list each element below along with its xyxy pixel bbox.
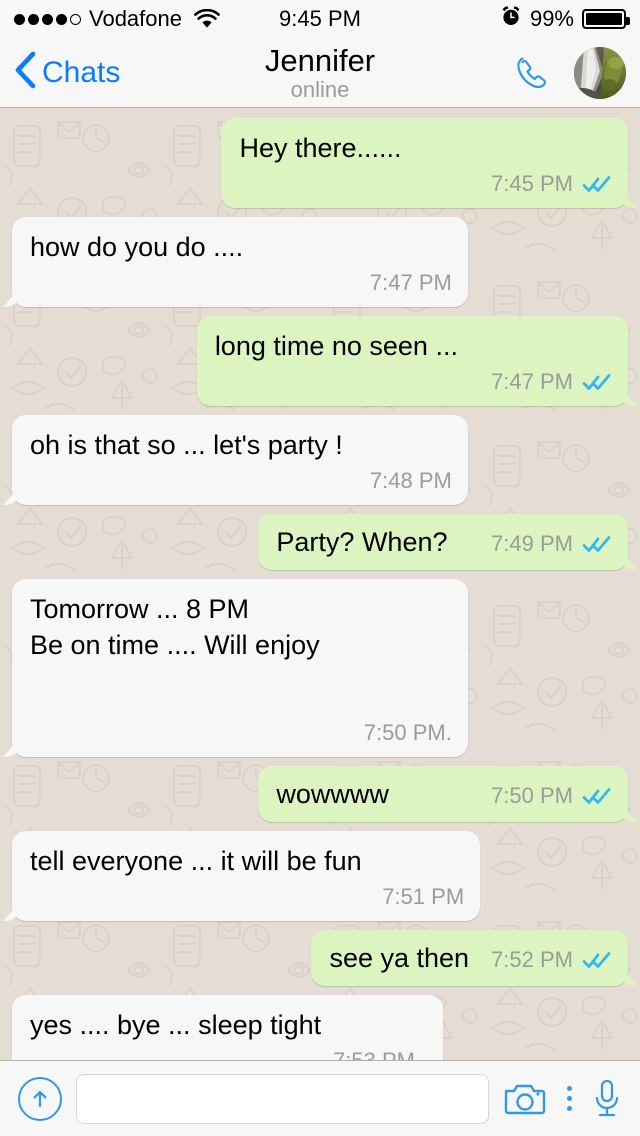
arrow-up-circle-icon[interactable] [18,1076,62,1121]
phone-call-icon[interactable] [510,51,554,95]
message-row: how do you do .... 7:47 PM [12,217,628,307]
chat-header: Chats Jennifer online [0,38,640,108]
back-to-chats-button[interactable]: Chats [14,51,120,94]
message-text: Party? When? [276,527,448,557]
whatsapp-chat-screen: Vodafone 9:45 PM 99% Chats Jennifer onli… [0,0,640,1136]
message-timestamp: 7:50 PM. [363,720,452,745]
chat-title-block: Jennifer online [130,43,510,102]
message-row: wowwww 7:50 PM [12,766,628,822]
read-receipt-ticks [582,950,612,970]
message-list: Hey there...... 7:45 PM how do you do ....… [0,108,640,1060]
signal-dot-1 [14,13,25,25]
message-composer-bar [0,1060,640,1136]
message-meta: 7:50 PM [491,782,612,810]
outgoing-message-bubble[interactable]: wowwww 7:50 PM [258,766,628,822]
message-text: oh is that so ... let's party ! [30,430,343,460]
message-meta: 7:48 PM [30,467,452,495]
carrier-label: Vodafone [89,6,182,31]
message-meta: 7:45 PM [239,170,612,198]
chat-header-actions [510,46,626,99]
message-timestamp: 7:47 PM [491,369,573,394]
message-row: tell everyone ... it will be fun 7:51 PM [12,831,628,921]
message-meta: 7:50 PM. [30,719,452,747]
message-timestamp: 7:47 PM [369,270,452,295]
battery-icon [582,9,630,29]
incoming-message-bubble[interactable]: tell everyone ... it will be fun 7:51 PM [12,831,481,921]
incoming-message-bubble[interactable]: how do you do .... 7:47 PM [12,217,468,307]
message-timestamp: 7:51 PM [382,884,465,909]
signal-dot-5 [70,13,81,25]
chat-message-area[interactable]: Hey there...... 7:45 PM how do you do ....… [0,108,640,1060]
message-input[interactable] [76,1073,489,1124]
outgoing-message-bubble[interactable]: Party? When? 7:49 PM [258,514,628,570]
message-text: yes .... bye ... sleep tight [30,1010,322,1040]
message-text: tell everyone ... it will be fun [30,846,362,876]
message-timestamp: 7:48 PM [369,468,452,493]
camera-icon[interactable] [503,1081,547,1117]
message-meta: 7:53 PM . [30,1047,427,1060]
outgoing-message-bubble[interactable]: long time no seen ... 7:47 PM [196,316,628,406]
signal-dot-2 [28,13,39,25]
message-row: Hey there...... 7:45 PM [12,118,628,208]
message-text: see ya then [329,943,470,973]
message-meta: 7:52 PM [491,946,612,974]
message-timestamp: 7:45 PM [491,171,573,196]
message-timestamp: 7:52 PM [491,947,573,972]
contact-name: Jennifer [264,43,376,78]
message-meta: 7:51 PM [30,883,464,911]
signal-dot-3 [42,13,53,25]
alarm-clock-icon [500,5,522,33]
message-meta: 7:47 PM [215,368,612,396]
message-row: oh is that so ... let's party ! 7:48 PM [12,415,628,505]
message-row: yes .... bye ... sleep tight 7:53 PM . [12,995,628,1060]
message-row: long time no seen ... 7:47 PM [12,316,628,406]
incoming-message-bubble[interactable]: Tomorrow ... 8 PM Be on time .... Will e… [12,579,468,757]
message-meta: 7:47 PM [30,269,452,297]
message-text: wowwww [276,779,389,809]
message-text: Tomorrow ... 8 PM Be on time .... Will e… [30,594,320,660]
message-text: Hey there...... [239,133,402,163]
message-row: Party? When? 7:49 PM [12,514,628,570]
status-bar: Vodafone 9:45 PM 99% [0,0,640,38]
battery-percentage: 99% [529,6,574,31]
back-button-label: Chats [42,55,121,89]
message-text: long time no seen ... [214,331,458,361]
message-timestamp: 7:53 PM . [333,1047,427,1060]
status-bar-left: Vodafone [14,8,220,30]
message-timestamp: 7:49 PM [491,531,573,556]
outgoing-message-bubble[interactable]: Hey there...... 7:45 PM [221,118,628,208]
message-row: see ya then 7:52 PM [12,930,628,986]
microphone-icon[interactable] [592,1077,622,1121]
status-bar-right: 99% [500,5,630,33]
kebab-menu-icon[interactable] [561,1086,578,1111]
outgoing-message-bubble[interactable]: see ya then 7:52 PM [311,930,628,986]
message-meta: 7:49 PM [491,530,612,558]
signal-strength-dots [14,13,81,25]
contact-avatar[interactable] [574,46,626,99]
incoming-message-bubble[interactable]: yes .... bye ... sleep tight 7:53 PM . [12,995,444,1060]
read-receipt-ticks [582,786,612,806]
message-timestamp: 7:50 PM [491,783,573,808]
chevron-left-icon [14,51,36,94]
read-receipt-ticks [582,174,612,194]
message-text: how do you do .... [30,232,244,262]
read-receipt-ticks [582,372,612,392]
wifi-icon [194,9,220,29]
signal-dot-4 [56,13,67,25]
incoming-message-bubble[interactable]: oh is that so ... let's party ! 7:48 PM [12,415,468,505]
read-receipt-ticks [582,534,612,554]
contact-presence-status: online [290,77,350,102]
message-row: Tomorrow ... 8 PM Be on time .... Will e… [12,579,628,757]
